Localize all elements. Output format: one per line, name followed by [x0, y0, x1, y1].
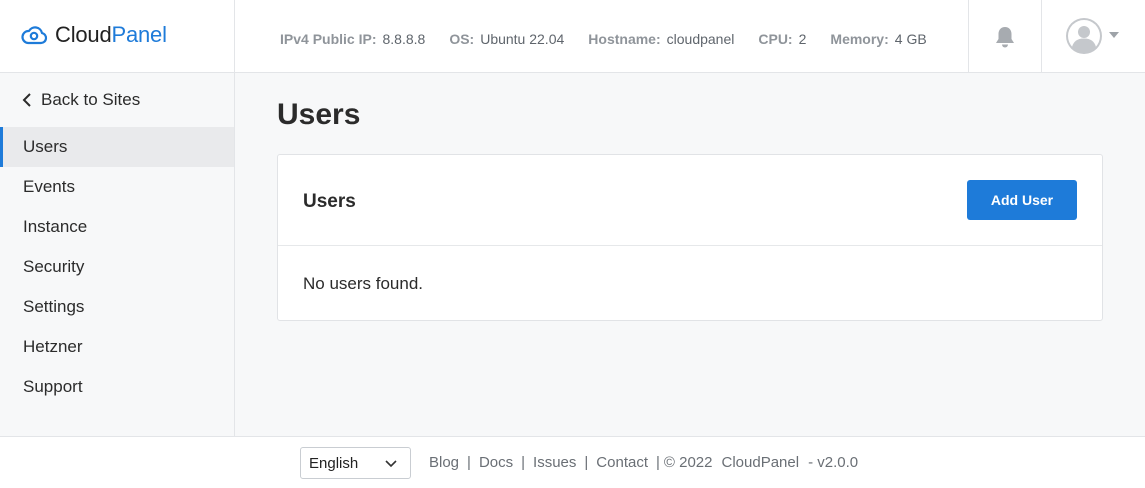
sidebar-item-security[interactable]: Security [0, 247, 234, 287]
empty-state-text: No users found. [303, 274, 424, 293]
main-content: Users Users Add User No users found. [235, 73, 1145, 436]
copyright: © 2022 [663, 454, 713, 471]
page-title: Users [277, 98, 361, 131]
separator: | [584, 454, 589, 471]
sidebar-item-label: Instance [23, 217, 88, 236]
language-select[interactable]: English [300, 447, 411, 479]
sidebar-item-label: Events [23, 177, 75, 196]
sysinfo-ip: IPv4 Public IP: 8.8.8.8 [280, 31, 426, 47]
sysinfo-cpu: CPU: 2 [758, 31, 807, 47]
system-info: IPv4 Public IP: 8.8.8.8 OS: Ubuntu 22.04 H… [280, 31, 927, 48]
chevron-down-icon[interactable] [1109, 32, 1119, 38]
card-title: Users [303, 191, 356, 212]
chevron-down-icon [385, 460, 397, 468]
sidebar-item-label: Security [23, 257, 85, 276]
brand-part-2: Panel [111, 22, 167, 47]
sidebar-item-users[interactable]: Users [0, 127, 234, 167]
sidebar-item-instance[interactable]: Instance [0, 207, 234, 247]
sidebar-item-events[interactable]: Events [0, 167, 234, 207]
bell-icon [996, 27, 1014, 48]
product-name: CloudPanel [721, 454, 800, 471]
sysinfo-memory: Memory: 4 GB [830, 31, 927, 47]
brand-part-1: Cloud [55, 22, 112, 47]
issues-link[interactable]: Issues [533, 454, 576, 471]
footer: English Blog | Docs | Issues | Contact |… [0, 436, 1145, 488]
language-value: English [309, 454, 359, 472]
contact-link[interactable]: Contact [596, 454, 648, 471]
sidebar: Back to Sites Users Events Instance Secu… [0, 73, 235, 436]
docs-link[interactable]: Docs [479, 454, 513, 471]
brand-name: CloudPanel [55, 22, 167, 48]
version: - v2.0.0 [808, 454, 859, 471]
back-label: Back to Sites [41, 90, 141, 109]
add-user-button[interactable]: Add User [967, 180, 1077, 220]
card-header: Users Add User [278, 155, 1102, 246]
sysinfo-os: OS: Ubuntu 22.04 [449, 31, 565, 47]
blog-link[interactable]: Blog [429, 454, 459, 471]
chevron-left-icon [22, 93, 31, 107]
notifications-button[interactable] [968, 0, 1042, 72]
separator: | [467, 454, 471, 471]
sysinfo-hostname: Hostname: cloudpanel [588, 31, 735, 47]
separator: | [656, 454, 660, 471]
sidebar-item-settings[interactable]: Settings [0, 287, 234, 327]
sidebar-item-hetzner[interactable]: Hetzner [0, 327, 234, 367]
top-header: CloudPanel IPv4 Public IP: 8.8.8.8 OS: Ubu… [0, 0, 1145, 73]
cloud-logo-icon [21, 26, 48, 45]
sidebar-item-label: Support [23, 377, 83, 396]
sidebar-item-label: Hetzner [23, 337, 83, 356]
back-to-sites-link[interactable]: Back to Sites [0, 73, 234, 127]
separator: | [521, 454, 526, 471]
sidebar-item-label: Settings [23, 297, 85, 316]
logo[interactable]: CloudPanel [0, 0, 235, 72]
user-avatar-icon[interactable] [1066, 18, 1102, 54]
sidebar-item-label: Users [23, 137, 68, 156]
users-card: Users Add User No users found. [277, 154, 1103, 321]
footer-links: Blog | Docs | Issues | Contact | © 2022 … [429, 454, 858, 471]
sidebar-item-support[interactable]: Support [0, 367, 234, 407]
